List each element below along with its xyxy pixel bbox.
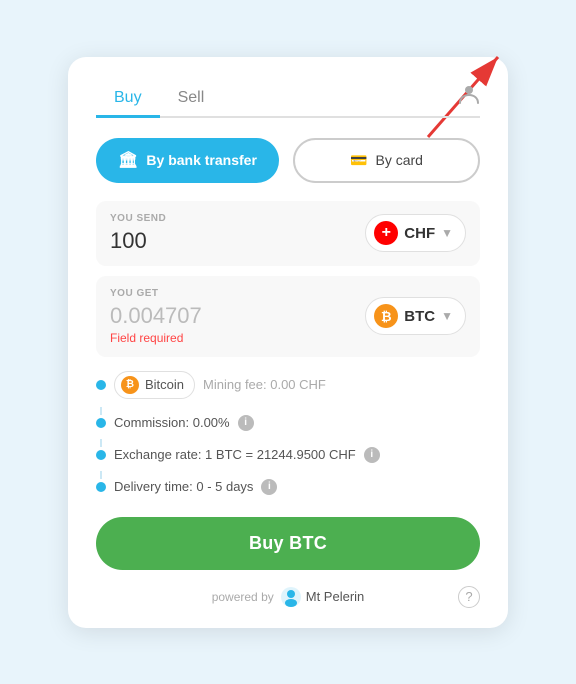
tab-buy[interactable]: Buy	[96, 81, 160, 118]
bank-transfer-button[interactable]: 🏛 By bank transfer	[96, 138, 279, 183]
chf-flag-icon	[374, 221, 398, 245]
card-label: By card	[375, 152, 422, 168]
bitcoin-row: ₿ Bitcoin Mining fee: 0.00 CHF	[96, 371, 480, 399]
tabs-container: Buy Sell	[96, 81, 480, 118]
send-label: YOU SEND	[110, 213, 166, 224]
payment-methods: 🏛 By bank transfer 💳 By card	[96, 138, 480, 183]
bitcoin-label: Bitcoin	[145, 377, 184, 392]
delivery-time-text: Delivery time: 0 - 5 days	[114, 479, 253, 494]
bank-transfer-label: By bank transfer	[146, 152, 256, 168]
footer: powered by Mt Pelerin ?	[96, 586, 480, 608]
get-section: YOU GET 0.004707 Field required ₿ BTC ▼	[96, 276, 480, 357]
get-label: YOU GET	[110, 288, 202, 299]
dot-commission	[96, 418, 106, 428]
user-icon-button[interactable]	[458, 83, 480, 110]
send-currency-selector[interactable]: CHF ▼	[365, 214, 466, 252]
exchange-rate-row: Exchange rate: 1 BTC = 21244.9500 CHF i	[96, 447, 480, 463]
powered-by-text: powered by	[212, 590, 274, 604]
get-input-group: YOU GET 0.004707 Field required	[110, 288, 202, 345]
delivery-time-row: Delivery time: 0 - 5 days i	[96, 479, 480, 495]
commission-text: Commission: 0.00%	[114, 415, 230, 430]
get-currency-chevron: ▼	[441, 309, 453, 323]
delivery-info-icon[interactable]: i	[261, 479, 277, 495]
connector-line-2	[100, 439, 102, 447]
buy-button[interactable]: Buy BTC	[96, 517, 480, 570]
dot-exchange	[96, 450, 106, 460]
mining-fee-label: Mining fee: 0.00 CHF	[203, 377, 326, 392]
bitcoin-pill-icon: ₿	[121, 376, 139, 394]
send-section: YOU SEND 100 CHF ▼	[96, 201, 480, 266]
help-icon-button[interactable]: ?	[458, 586, 480, 608]
dot-bitcoin	[96, 380, 106, 390]
bitcoin-pill[interactable]: ₿ Bitcoin	[114, 371, 195, 399]
bank-icon: 🏛	[118, 150, 138, 170]
connector-line-1	[100, 407, 102, 415]
commission-info-icon[interactable]: i	[238, 415, 254, 431]
send-input-group: YOU SEND 100	[110, 213, 166, 254]
send-currency-chevron: ▼	[441, 226, 453, 240]
info-rows: ₿ Bitcoin Mining fee: 0.00 CHF Commissio…	[96, 371, 480, 495]
card-icon: 💳	[350, 152, 367, 169]
btc-icon: ₿	[374, 304, 398, 328]
field-required-message: Field required	[110, 331, 202, 345]
exchange-info-icon[interactable]: i	[364, 447, 380, 463]
pelerin-brand-name: Mt Pelerin	[306, 589, 365, 604]
connector-line-3	[100, 471, 102, 479]
send-currency-code: CHF	[404, 225, 435, 242]
get-value[interactable]: 0.004707	[110, 303, 202, 329]
tab-sell[interactable]: Sell	[160, 81, 223, 118]
send-value[interactable]: 100	[110, 228, 166, 254]
dot-delivery	[96, 482, 106, 492]
commission-row: Commission: 0.00% i	[96, 415, 480, 431]
main-card: Buy Sell 🏛 By bank transfer 💳 By card YO…	[68, 57, 508, 628]
card-button[interactable]: 💳 By card	[293, 138, 480, 183]
pelerin-icon	[280, 586, 302, 608]
get-currency-selector[interactable]: ₿ BTC ▼	[365, 297, 466, 335]
exchange-rate-text: Exchange rate: 1 BTC = 21244.9500 CHF	[114, 447, 356, 462]
get-currency-code: BTC	[404, 308, 435, 325]
pelerin-logo: Mt Pelerin	[280, 586, 365, 608]
user-icon	[458, 83, 480, 105]
